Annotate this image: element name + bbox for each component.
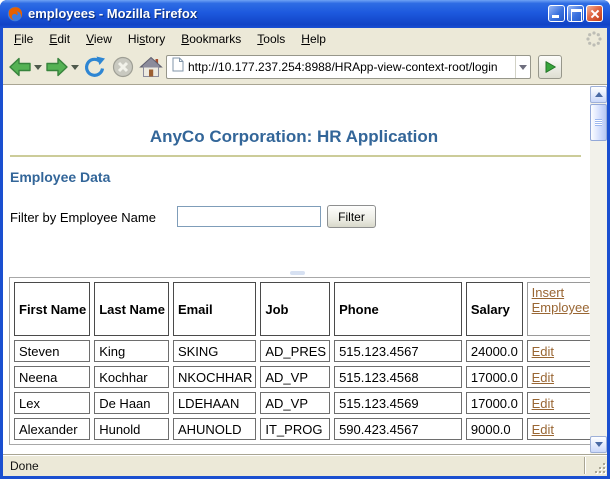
column-header-email: Email: [173, 282, 256, 336]
firefox-window: employees - Mozilla Firefox File Edit Vi…: [0, 0, 610, 479]
go-button[interactable]: [538, 55, 562, 79]
throbber-icon: [586, 31, 602, 47]
maximize-button[interactable]: [567, 5, 584, 22]
column-header-first-name: First Name: [14, 282, 90, 336]
table-row: Neena Kochhar NKOCHHAR AD_VP 515.123.456…: [14, 366, 602, 388]
menu-edit[interactable]: Edit: [42, 29, 79, 49]
cell-last-name: Hunold: [94, 418, 169, 440]
table-row: Lex De Haan LDEHAAN AD_VP 515.123.4569 1…: [14, 392, 602, 414]
navigation-toolbar: http://10.177.237.254:8988/HRApp-view-co…: [3, 50, 607, 84]
scrollbar-thumb[interactable]: [590, 104, 607, 141]
browser-viewport: AnyCo Corporation: HR Application Employ…: [3, 84, 607, 454]
menu-tools[interactable]: Tools: [250, 29, 294, 49]
cell-salary: 17000.0: [466, 366, 523, 388]
column-header-phone: Phone: [334, 282, 462, 336]
cell-email: AHUNOLD: [173, 418, 256, 440]
cell-phone: 515.123.4569: [334, 392, 462, 414]
cell-last-name: King: [94, 340, 169, 362]
cell-email: SKING: [173, 340, 256, 362]
cell-first-name: Alexander: [14, 418, 90, 440]
column-header-salary: Salary: [466, 282, 523, 336]
forward-history-dropdown-icon[interactable]: [71, 65, 79, 70]
insert-employee-link[interactable]: Insert Employee: [532, 285, 590, 315]
cell-phone: 515.123.4567: [334, 340, 462, 362]
section-title: Employee Data: [10, 169, 110, 185]
cell-last-name: De Haan: [94, 392, 169, 414]
page-title: AnyCo Corporation: HR Application: [3, 127, 585, 147]
minimize-button[interactable]: [548, 5, 565, 22]
forward-button[interactable]: [45, 55, 69, 79]
status-text: Done: [10, 459, 39, 473]
cell-salary: 9000.0: [466, 418, 523, 440]
header-row: First Name Last Name Email Job Phone Sal…: [14, 282, 602, 336]
cell-last-name: Kochhar: [94, 366, 169, 388]
cell-first-name: Lex: [14, 392, 90, 414]
edit-link[interactable]: Edit: [532, 370, 554, 385]
edit-link[interactable]: Edit: [532, 422, 554, 437]
arrow-down-icon: [595, 442, 603, 447]
cell-first-name: Steven: [14, 340, 90, 362]
divider: [10, 155, 581, 157]
scroll-up-button[interactable]: [590, 86, 607, 103]
status-bar: Done: [3, 454, 607, 476]
cell-phone: 515.123.4568: [334, 366, 462, 388]
filter-label: Filter by Employee Name: [10, 210, 156, 225]
column-header-job: Job: [260, 282, 330, 336]
table-row: Alexander Hunold AHUNOLD IT_PROG 590.423…: [14, 418, 602, 440]
url-bar[interactable]: http://10.177.237.254:8988/HRApp-view-co…: [166, 55, 531, 79]
home-button[interactable]: [139, 55, 163, 79]
menu-bookmarks[interactable]: Bookmarks: [174, 29, 250, 49]
menu-history[interactable]: History: [121, 29, 174, 49]
cell-job: AD_PRES: [260, 340, 330, 362]
back-button[interactable]: [8, 55, 32, 79]
menu-file[interactable]: File: [7, 29, 42, 49]
cell-salary: 24000.0: [466, 340, 523, 362]
cell-email: LDEHAAN: [173, 392, 256, 414]
window-title: employees - Mozilla Firefox: [28, 6, 197, 21]
scroll-down-button[interactable]: [590, 436, 607, 453]
reload-button[interactable]: [83, 55, 107, 79]
arrow-up-icon: [595, 92, 603, 97]
stop-button[interactable]: [111, 55, 135, 79]
filter-button[interactable]: Filter: [327, 205, 376, 228]
titlebar[interactable]: employees - Mozilla Firefox: [0, 0, 610, 28]
cell-first-name: Neena: [14, 366, 90, 388]
cell-phone: 590.423.4567: [334, 418, 462, 440]
url-dropdown-icon[interactable]: [515, 56, 530, 78]
menu-help[interactable]: Help: [294, 29, 335, 49]
cell-salary: 17000.0: [466, 392, 523, 414]
cell-job: IT_PROG: [260, 418, 330, 440]
edit-link[interactable]: Edit: [532, 396, 554, 411]
cell-email: NKOCHHAR: [173, 366, 256, 388]
firefox-icon: [7, 6, 23, 22]
statusbar-separator: [584, 457, 586, 474]
resize-grip[interactable]: [593, 461, 605, 473]
page-proxy-icon: [172, 57, 184, 77]
column-header-last-name: Last Name: [94, 282, 169, 336]
employee-table: First Name Last Name Email Job Phone Sal…: [9, 277, 607, 445]
menu-view[interactable]: View: [79, 29, 121, 49]
table-top-marker: [290, 271, 305, 275]
window-controls: [548, 5, 603, 22]
back-history-dropdown-icon[interactable]: [34, 65, 42, 70]
edit-link[interactable]: Edit: [532, 344, 554, 359]
table-row: Steven King SKING AD_PRES 515.123.4567 2…: [14, 340, 602, 362]
cell-job: AD_VP: [260, 366, 330, 388]
vertical-scrollbar[interactable]: [590, 86, 607, 454]
url-text[interactable]: http://10.177.237.254:8988/HRApp-view-co…: [188, 60, 515, 74]
filter-input[interactable]: [177, 206, 321, 227]
menu-bar: File Edit View History Bookmarks Tools H…: [3, 28, 607, 50]
cell-job: AD_VP: [260, 392, 330, 414]
close-button[interactable]: [586, 5, 603, 22]
